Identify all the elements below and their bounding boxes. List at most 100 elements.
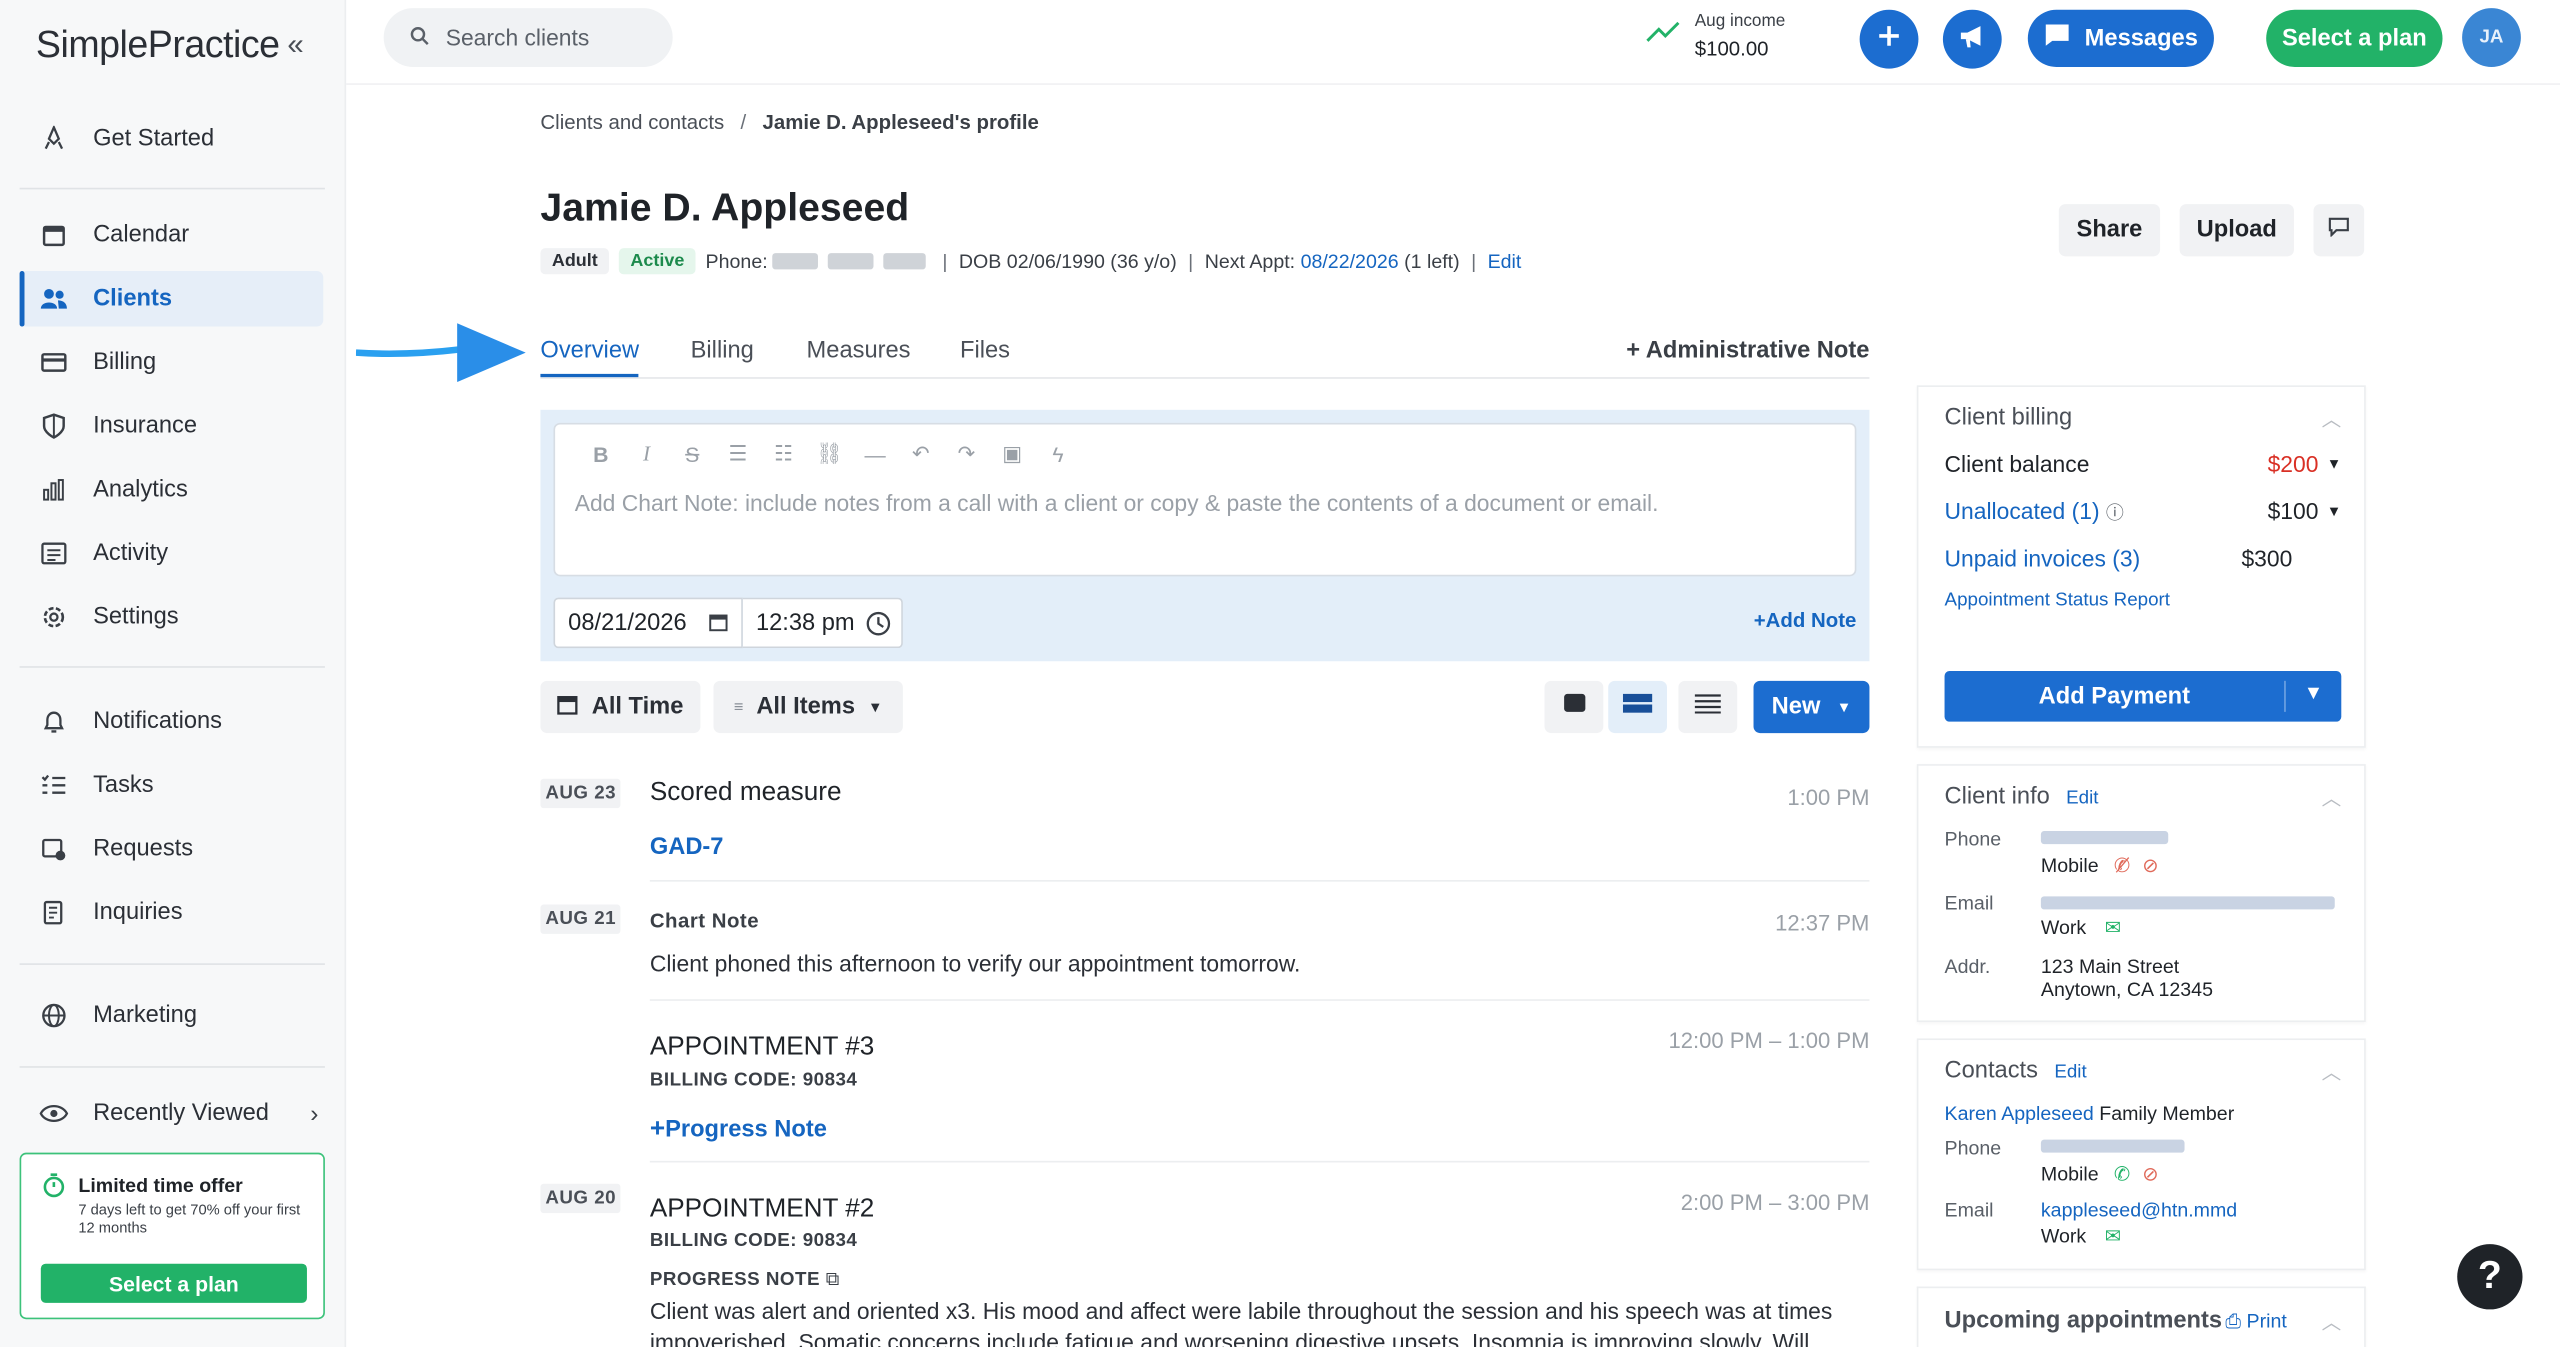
share-button[interactable]: Share	[2058, 204, 2161, 257]
note-time-input[interactable]: 12:38 pm	[742, 597, 903, 649]
tab-files[interactable]: Files	[960, 338, 1010, 364]
messages-button[interactable]: Messages	[2027, 9, 2214, 67]
collapse-sidebar-icon[interactable]: «	[287, 28, 303, 62]
offer-select-plan-button[interactable]: Select a plan	[40, 1263, 307, 1303]
redo-icon[interactable]: ↷	[944, 441, 990, 467]
chart-note-editor[interactable]: B I S ☰ ☷ ⛓ — ↶ ↷ ▣ ϟ Add Chart Note: in…	[553, 422, 1857, 577]
annotation-arrow-icon	[355, 320, 526, 393]
redacted-phone	[883, 253, 927, 270]
upload-button[interactable]: Upload	[2179, 204, 2294, 257]
sidebar-item-notifications[interactable]: Notifications	[20, 694, 324, 750]
link-icon[interactable]: ⛓	[807, 441, 853, 467]
chevron-up-icon[interactable]: ︿	[2322, 1308, 2342, 1336]
sidebar-item-settings[interactable]: Settings	[20, 589, 324, 645]
help-button[interactable]: ?	[2457, 1244, 2523, 1310]
lightning-icon[interactable]: ϟ	[1035, 442, 1081, 466]
chart-note-composer: B I S ☰ ☷ ⛓ — ↶ ↷ ▣ ϟ Add Chart Note: in…	[540, 409, 1870, 662]
sidebar-item-analytics[interactable]: Analytics	[20, 462, 324, 518]
unallocated-link[interactable]: Unallocated (1) ⓘ	[1945, 498, 2124, 526]
undo-icon[interactable]: ↶	[898, 441, 944, 467]
contacts-card: Contacts Edit ︿ Karen Appleseed Family Me…	[1916, 1038, 2366, 1271]
caret-down-icon[interactable]: ▼	[2304, 681, 2323, 704]
progress-note-link[interactable]: +Progress Note	[650, 1115, 827, 1144]
select-plan-button[interactable]: Select a plan	[2266, 9, 2443, 67]
new-button[interactable]: New ▼	[1753, 680, 1870, 734]
sidebar-item-insurance[interactable]: Insurance	[20, 398, 324, 454]
shield-icon	[39, 411, 68, 440]
comment-button[interactable]	[2313, 204, 2365, 257]
caret-down-icon[interactable]: ▼	[2327, 503, 2342, 519]
phone-label: Phone	[1944, 1136, 2002, 1160]
view-compact-button[interactable]	[1608, 680, 1667, 734]
breadcrumb-parent[interactable]: Clients and contacts	[540, 111, 724, 134]
offer-description: 7 days left to get 70% off your first 12…	[78, 1201, 301, 1236]
chevron-up-icon[interactable]: ︿	[2322, 784, 2342, 812]
view-list-button[interactable]	[1678, 680, 1738, 734]
sidebar-item-tasks[interactable]: Tasks	[20, 758, 324, 814]
app-logo[interactable]: SimplePractice	[36, 23, 280, 67]
calendar-clock-icon	[39, 834, 68, 863]
appointment-status-report-link[interactable]: Appointment Status Report	[1945, 591, 2170, 611]
horizontal-rule-icon[interactable]: —	[852, 442, 898, 466]
bold-icon[interactable]: B	[578, 442, 624, 466]
unpaid-invoices-link[interactable]: Unpaid invoices (3)	[1945, 545, 2141, 571]
megaphone-icon	[1958, 22, 1987, 56]
avatar[interactable]: JA	[2462, 8, 2521, 67]
upcoming-appointments-card: Upcoming appointments ⎙ Print ︿	[1916, 1286, 2366, 1347]
next-appt-date-link[interactable]: 08/22/2026	[1301, 250, 1399, 273]
contact-name-link[interactable]: Karen Appleseed	[1945, 1102, 2094, 1125]
credit-card-icon	[39, 348, 68, 377]
address-line-2: Anytown, CA 12345	[2040, 977, 2213, 1001]
entry-title: Chart Note	[649, 909, 760, 933]
gad7-link[interactable]: GAD-7	[650, 834, 724, 860]
administrative-note-button[interactable]: + Administrative Note	[1626, 338, 1869, 364]
divider	[19, 963, 325, 965]
sidebar-item-requests[interactable]: Requests	[20, 821, 324, 877]
announcements-button[interactable]	[1942, 9, 2002, 69]
edit-client-link[interactable]: Edit	[1488, 250, 1522, 273]
template-icon[interactable]: ▣	[989, 441, 1035, 467]
tab-overview[interactable]: Overview	[540, 338, 640, 378]
time-filter-button[interactable]: All Time	[540, 680, 701, 734]
add-payment-button[interactable]: Add Payment ▼	[1944, 671, 2342, 722]
email-type: Work ✉	[2041, 916, 2121, 939]
sidebar-item-clients[interactable]: Clients	[19, 271, 324, 327]
tab-billing[interactable]: Billing	[691, 338, 754, 364]
chevron-up-icon[interactable]: ︿	[2322, 405, 2342, 433]
add-note-button[interactable]: +Add Note	[1754, 609, 1857, 632]
chevron-up-icon[interactable]: ︿	[2322, 1058, 2342, 1086]
search-input[interactable]: Search clients	[383, 8, 673, 67]
email-label: Email	[1944, 1198, 1994, 1222]
sidebar-item-label: Activity	[93, 540, 169, 567]
sidebar-item-recently-viewed[interactable]: Recently Viewed ›	[20, 1086, 324, 1142]
sidebar-item-calendar[interactable]: Calendar	[20, 207, 324, 263]
sidebar-item-inquiries[interactable]: Inquiries	[20, 885, 324, 941]
print-link[interactable]: ⎙ Print	[2225, 1309, 2286, 1333]
contacts-title: Contacts	[1944, 1057, 2038, 1085]
numbered-list-icon[interactable]: ☷	[761, 441, 807, 467]
caret-down-icon[interactable]: ▼	[2327, 456, 2342, 472]
bullet-list-icon[interactable]: ☰	[715, 441, 761, 467]
strikethrough-icon[interactable]: S	[669, 442, 715, 466]
balance-value: $200	[2267, 450, 2319, 477]
sidebar-item-activity[interactable]: Activity	[20, 526, 324, 582]
view-card-button[interactable]	[1544, 680, 1604, 734]
edit-contacts-link[interactable]: Edit	[2054, 1063, 2086, 1083]
edit-client-info-link[interactable]: Edit	[2066, 789, 2098, 809]
phone-label: Phone:	[705, 249, 768, 273]
items-filter-button[interactable]: ≡ All Items ▼	[713, 680, 903, 734]
note-date-input[interactable]: 08/21/2026	[553, 597, 743, 649]
unallocated-value: $100	[2267, 497, 2319, 525]
italic-icon[interactable]: I	[624, 441, 670, 467]
sidebar-item-marketing[interactable]: Marketing	[20, 988, 324, 1044]
add-button[interactable]	[1859, 9, 1919, 69]
sidebar-item-get-started[interactable]: Get Started	[20, 111, 324, 167]
income-value: $100.00	[1694, 37, 1769, 61]
list-view-icon	[1694, 692, 1721, 721]
contact-email-link[interactable]: kappleseed@htn.mmd	[2041, 1198, 2237, 1221]
tab-measures[interactable]: Measures	[807, 338, 911, 364]
external-link-icon[interactable]: ⧉	[826, 1270, 840, 1290]
sidebar-item-billing[interactable]: Billing	[20, 335, 324, 391]
client-info-card: Client info Edit ︿ Phone Mobile ✆̸ ⊘ Emai…	[1916, 764, 2366, 1023]
calendar-icon	[557, 693, 579, 721]
